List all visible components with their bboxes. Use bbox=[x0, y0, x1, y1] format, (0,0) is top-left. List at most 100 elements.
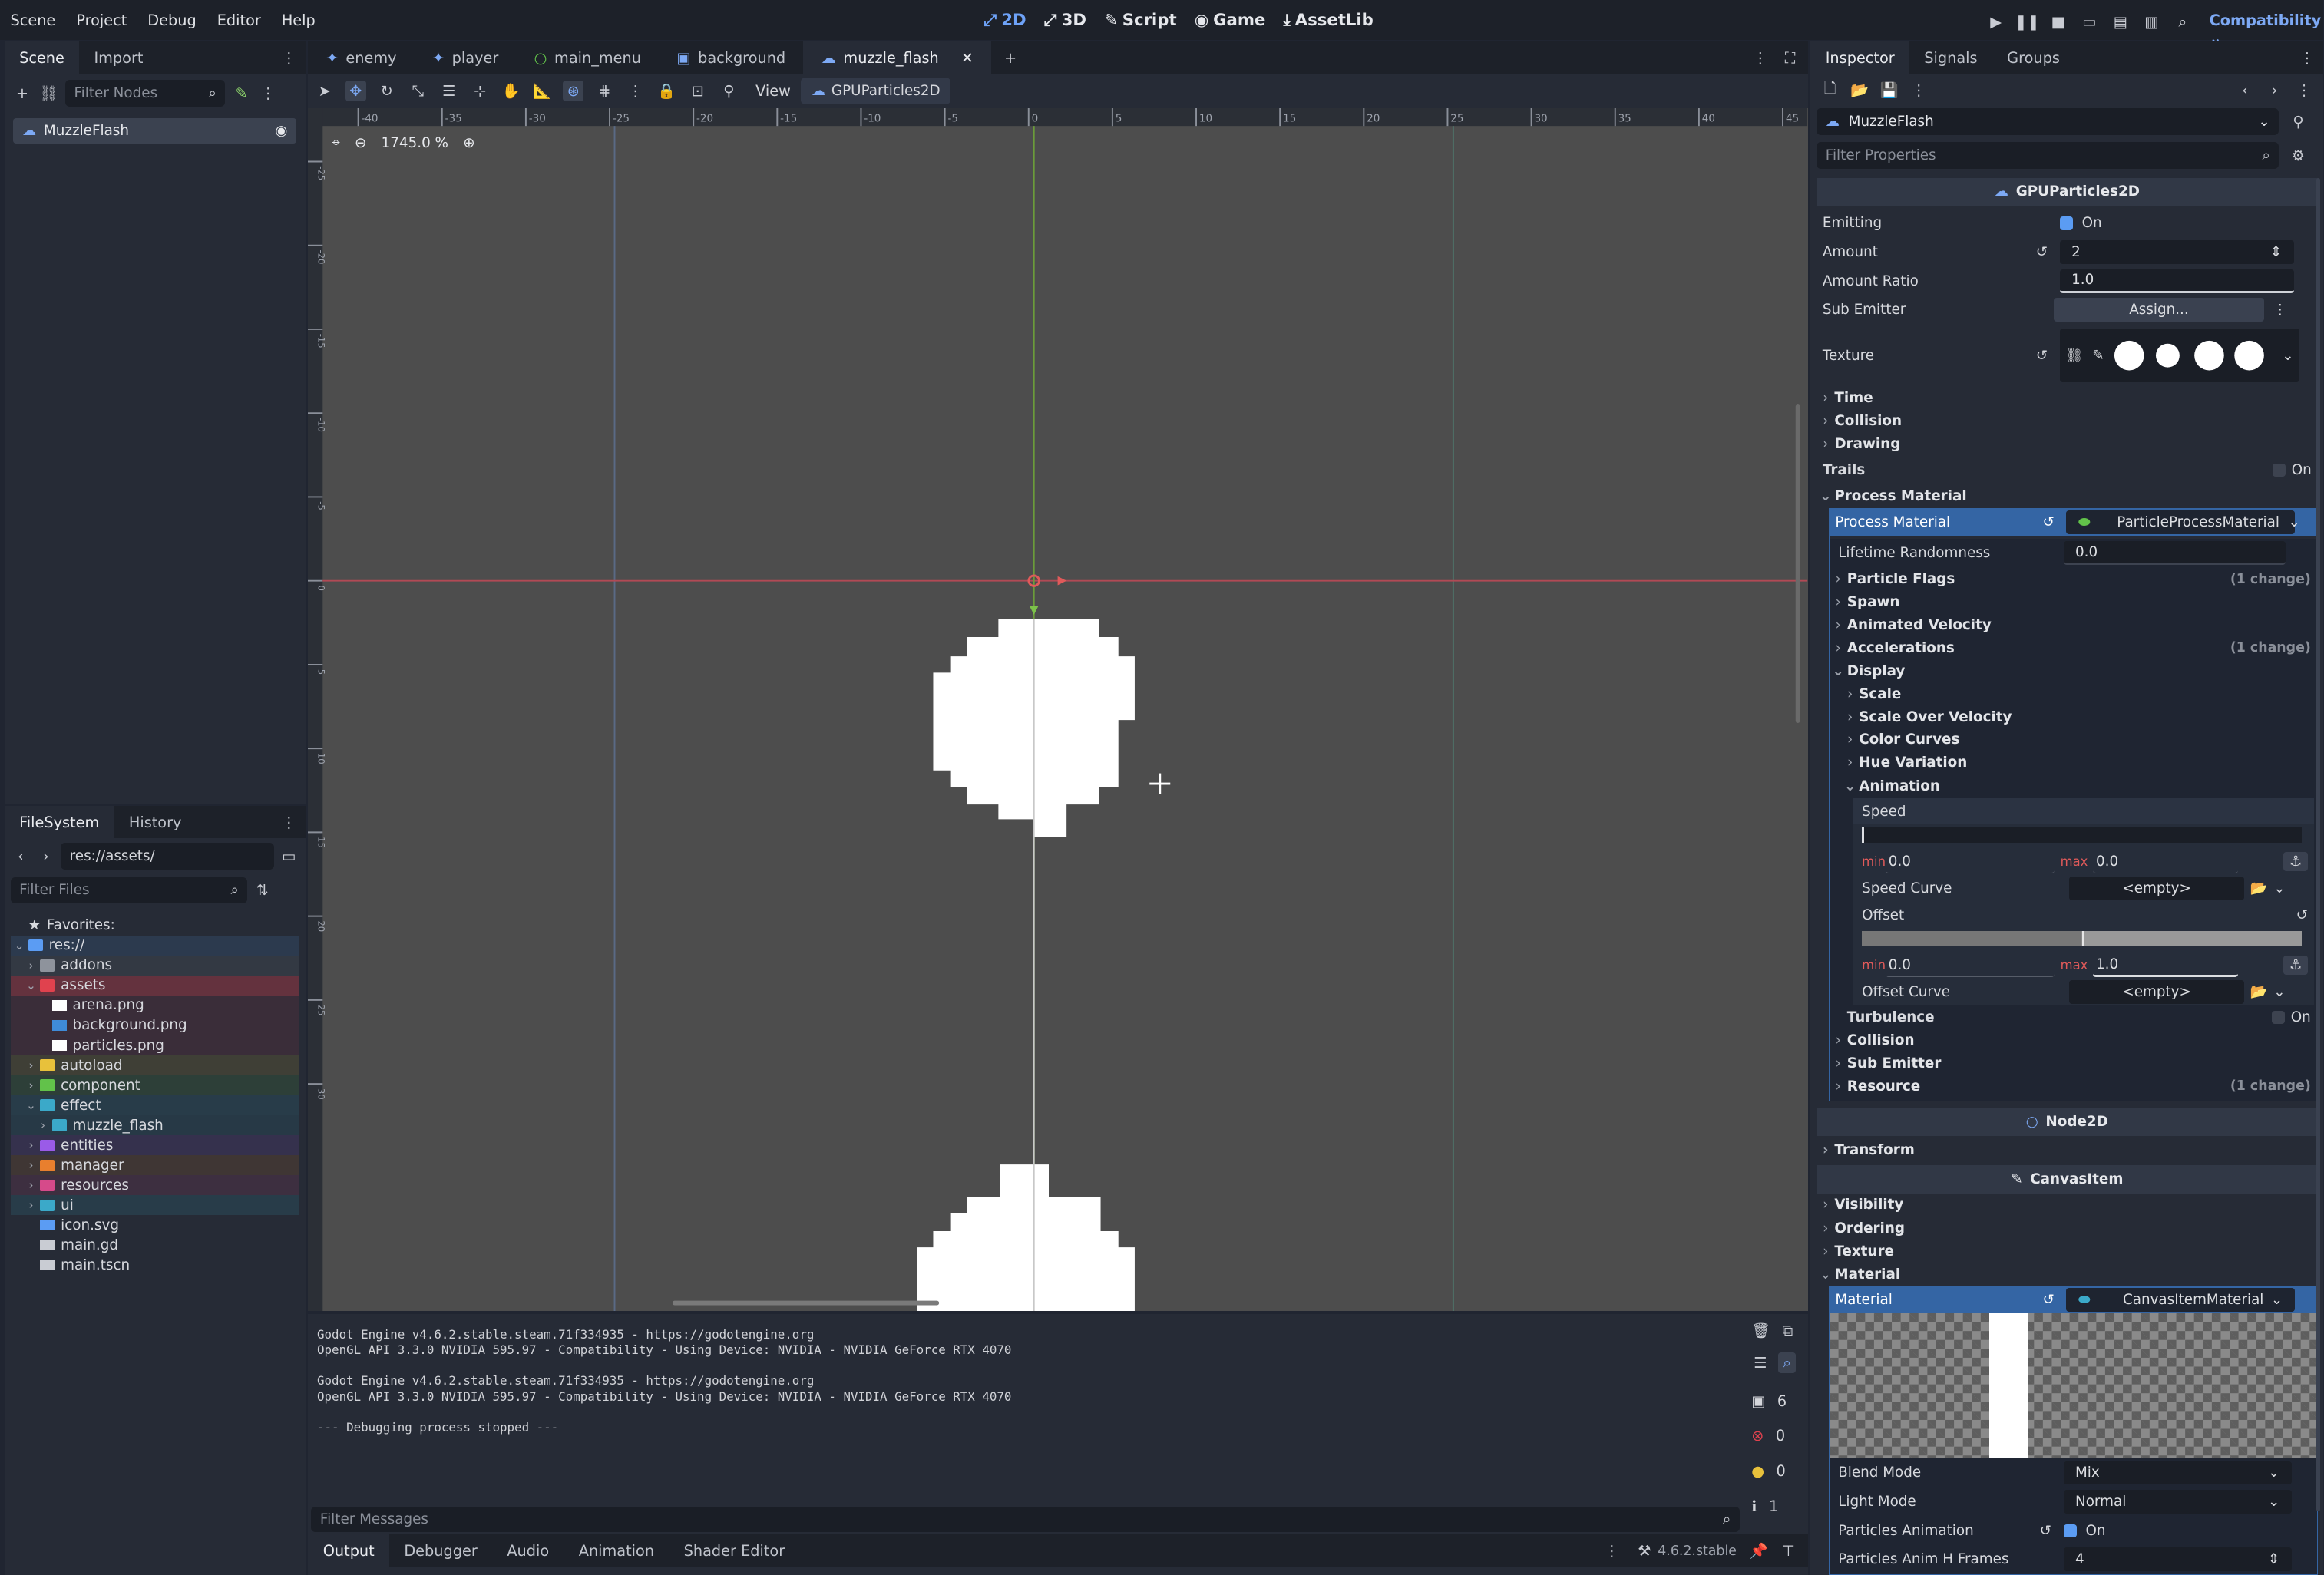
history-back-icon[interactable]: ‹ bbox=[2234, 80, 2255, 101]
folder-item[interactable]: ⌄ assets bbox=[10, 975, 299, 996]
scale-tool-icon[interactable]: ⤡ bbox=[408, 81, 428, 101]
revert-icon[interactable]: ↺ bbox=[2036, 348, 2060, 364]
section-drawing[interactable]: › Drawing bbox=[1817, 433, 2317, 456]
folder-item[interactable]: › component bbox=[10, 1075, 299, 1096]
open-resource-icon[interactable]: 📂 bbox=[1850, 80, 1870, 101]
movie-icon[interactable]: ▤ bbox=[2110, 12, 2131, 32]
inspector-options-icon[interactable]: ⚙ bbox=[2288, 145, 2309, 166]
emitting-checkbox[interactable] bbox=[2059, 216, 2074, 230]
editor-tab-background[interactable]: ▣ background bbox=[659, 41, 803, 74]
eye-icon[interactable]: ◉ bbox=[275, 123, 287, 139]
section-animation[interactable]: ⌄ Animation bbox=[1830, 774, 2317, 798]
filter-nodes-input[interactable]: Filter Nodes ⌕ bbox=[64, 80, 226, 107]
kebab-icon[interactable]: ⋮ bbox=[1750, 48, 1770, 68]
filter-warnings-toggle[interactable]: ● 0 bbox=[1751, 1453, 1796, 1488]
lock-icon[interactable]: 🔒 bbox=[656, 81, 677, 101]
ruler-tool-icon[interactable]: 📐 bbox=[532, 81, 553, 101]
workspace-2d[interactable]: ⤢ 2D bbox=[984, 11, 1026, 30]
expand-panel-icon[interactable]: ⊤ bbox=[1778, 1540, 1799, 1561]
section-scale-over-velocity[interactable]: › Scale Over Velocity bbox=[1830, 705, 2317, 728]
save-resource-icon[interactable]: 💾 bbox=[1879, 80, 1899, 101]
workspace-3d[interactable]: ⤢ 3D bbox=[1044, 11, 1086, 30]
path-input[interactable]: res://assets/ bbox=[61, 843, 274, 870]
tab-shader-editor[interactable]: Shader Editor bbox=[669, 1534, 799, 1567]
kebab-icon[interactable]: ⋮ bbox=[1909, 80, 1929, 101]
section-canvas-material[interactable]: ⌄ Material bbox=[1817, 1263, 2317, 1286]
revert-icon[interactable]: ↺ bbox=[2036, 244, 2060, 260]
folder-item[interactable]: › addons bbox=[10, 955, 299, 976]
tab-signals[interactable]: Signals bbox=[1909, 41, 1992, 74]
zoom-out-icon[interactable]: ⊖ bbox=[355, 135, 366, 151]
workspace-game[interactable]: ◉ Game bbox=[1195, 11, 1266, 30]
forward-icon[interactable]: › bbox=[35, 846, 56, 867]
process-material-resource[interactable]: ⬬ ParticleProcessMaterial ⌄ bbox=[2066, 510, 2300, 535]
favorites-row[interactable]: ★ Favorites: bbox=[11, 916, 299, 936]
chevron-down-icon[interactable]: ⌄ bbox=[11, 939, 28, 953]
kebab-icon[interactable]: ⋮ bbox=[2273, 302, 2287, 318]
filter-properties-input[interactable]: Filter Properties ⌕ bbox=[1817, 142, 2279, 169]
folder-item[interactable]: › ui bbox=[10, 1195, 299, 1216]
turbulence-checkbox[interactable] bbox=[2271, 1010, 2286, 1024]
add-node-icon[interactable]: + bbox=[12, 83, 32, 104]
chevron-right-icon[interactable]: › bbox=[22, 1178, 40, 1192]
center-view-icon[interactable]: ⌖ bbox=[332, 135, 339, 151]
revert-icon[interactable]: ↺ bbox=[2043, 1292, 2067, 1308]
chevron-right-icon[interactable]: › bbox=[22, 959, 40, 972]
offset-max-input[interactable]: 1.0 bbox=[2093, 953, 2239, 978]
offset-min-input[interactable]: 0.0 bbox=[1885, 953, 2055, 978]
smart-snap-icon[interactable]: ⊛ bbox=[563, 81, 584, 102]
chevron-down-icon[interactable]: ⌄ bbox=[2273, 984, 2285, 1000]
zoom-level[interactable]: 1745.0 % bbox=[382, 135, 448, 151]
bone-icon[interactable]: ⚲ bbox=[719, 81, 739, 101]
back-icon[interactable]: ‹ bbox=[11, 846, 31, 867]
file-item[interactable]: main.tscn bbox=[11, 1256, 299, 1276]
speed-range-bar[interactable] bbox=[1853, 824, 2313, 848]
tab-animation[interactable]: Animation bbox=[564, 1534, 669, 1567]
section-process-material[interactable]: ⌄ Process Material bbox=[1817, 485, 2317, 509]
folder-item[interactable]: ⌄ res:// bbox=[10, 935, 299, 956]
split-view-icon[interactable]: ▭ bbox=[279, 846, 299, 867]
offset-range-bar[interactable] bbox=[1853, 928, 2313, 952]
spin-arrows-icon[interactable]: ⇕ bbox=[2270, 244, 2282, 260]
script-attach-icon[interactable]: ✎ bbox=[231, 83, 252, 104]
section-collision[interactable]: › Collision bbox=[1817, 410, 2317, 433]
tab-groups[interactable]: Groups bbox=[1992, 41, 2074, 74]
tab-history[interactable]: History bbox=[114, 806, 197, 838]
blend-mode-select[interactable]: Mix ⌄ bbox=[2063, 1461, 2292, 1485]
amount-spinbox[interactable]: 2 ⇕ bbox=[2059, 240, 2294, 264]
revert-icon[interactable]: ↺ bbox=[2040, 1523, 2064, 1539]
node-menu[interactable]: ☁ GPUParticles2D bbox=[801, 78, 951, 105]
tab-filesystem[interactable]: FileSystem bbox=[4, 805, 114, 839]
object-selector[interactable]: ☁ MuzzleFlash ⌄ bbox=[1817, 107, 2279, 135]
lock-range-icon[interactable]: ⚓ bbox=[2283, 956, 2308, 976]
folder-item[interactable]: › entities bbox=[10, 1135, 299, 1156]
section-hue-variation[interactable]: › Hue Variation bbox=[1830, 751, 2317, 774]
load-icon[interactable]: 📂 bbox=[2250, 880, 2268, 896]
offset-curve-resource[interactable]: <empty> bbox=[2069, 980, 2244, 1004]
scene-tree-root-row[interactable]: ☁ MuzzleFlash ◉ bbox=[13, 118, 296, 144]
add-tab-icon[interactable]: + bbox=[1000, 48, 1021, 68]
section-canvas-ordering[interactable]: › Ordering bbox=[1817, 1217, 2317, 1240]
tab-import[interactable]: Import bbox=[79, 41, 158, 74]
section-particle-flags[interactable]: › Particle Flags (1 change) bbox=[1830, 568, 2317, 591]
play-icon[interactable]: ▶ bbox=[1985, 12, 2006, 32]
spin-arrows-icon[interactable]: ⇕ bbox=[2268, 1551, 2279, 1567]
section-accelerations[interactable]: › Accelerations (1 change) bbox=[1830, 636, 2317, 659]
run-custom-icon[interactable]: ⌕ bbox=[2172, 12, 2193, 32]
chevron-right-icon[interactable]: › bbox=[22, 1058, 40, 1072]
stop-icon[interactable]: ■ bbox=[2048, 12, 2068, 32]
filter-info-toggle[interactable]: ℹ1 bbox=[1751, 1489, 1796, 1524]
folder-item[interactable]: › autoload bbox=[10, 1055, 299, 1076]
chevron-right-icon[interactable]: › bbox=[22, 1158, 40, 1172]
folder-item[interactable]: › manager bbox=[10, 1155, 299, 1176]
tab-audio[interactable]: Audio bbox=[492, 1534, 564, 1567]
revert-icon[interactable]: ↺ bbox=[2296, 907, 2308, 923]
file-item[interactable]: particles.png bbox=[10, 1035, 299, 1056]
chevron-down-icon[interactable]: ⌄ bbox=[2273, 880, 2285, 896]
horizontal-scrollbar[interactable] bbox=[673, 1300, 940, 1306]
menu-scene[interactable]: Scene bbox=[11, 12, 56, 29]
tab-output[interactable]: Output bbox=[308, 1534, 390, 1567]
tab-inspector[interactable]: Inspector bbox=[1810, 41, 1909, 74]
chevron-down-icon[interactable]: ⌄ bbox=[22, 979, 40, 992]
chevron-right-icon[interactable]: › bbox=[22, 1138, 40, 1152]
